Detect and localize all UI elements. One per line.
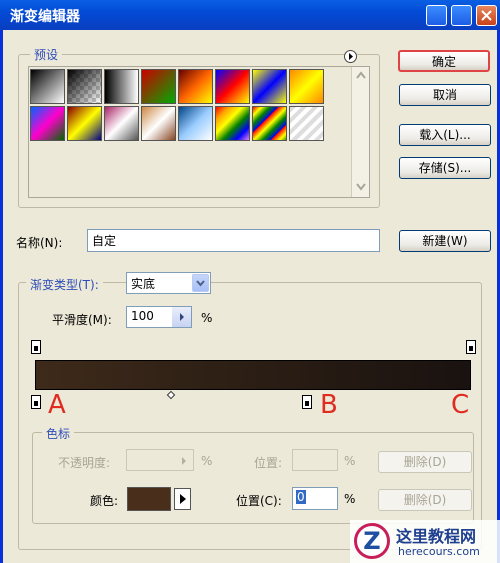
opacity-percent: % <box>201 454 213 468</box>
smoothness-slider-button[interactable] <box>172 307 191 327</box>
color-swatch[interactable] <box>127 487 171 511</box>
stops-legend: 色标 <box>42 425 75 442</box>
gradient-type-value: 实底 <box>131 277 156 291</box>
load-button[interactable]: 载入(L)... <box>399 124 491 146</box>
color-stop-a[interactable] <box>31 395 41 409</box>
color-delete-button[interactable]: 删除(D) <box>378 489 472 511</box>
color-stop-b[interactable] <box>302 395 312 409</box>
preset-swatch[interactable] <box>104 69 139 104</box>
close-icon <box>481 10 492 21</box>
opacity-label: 不透明度: <box>58 456 111 470</box>
watermark: Z 这里教程网 herecours.com <box>350 520 500 563</box>
smoothness-label: 平滑度(M): <box>52 313 112 327</box>
chevron-down-icon <box>196 280 205 287</box>
color-menu-button[interactable] <box>174 488 191 510</box>
close-button[interactable] <box>476 5 497 26</box>
opacity-position-input[interactable] <box>292 449 338 471</box>
preset-swatch[interactable] <box>141 69 176 104</box>
color-position-value: 0 <box>296 490 306 504</box>
maximize-button[interactable] <box>451 5 472 26</box>
preset-swatch[interactable] <box>30 69 65 104</box>
ok-button[interactable]: 确定 <box>398 50 490 72</box>
name-label: 名称(N): <box>16 236 63 250</box>
window-title: 渐变编辑器 <box>10 9 80 25</box>
scroll-up-icon <box>356 71 366 79</box>
title-bar: 渐变编辑器 <box>0 0 500 30</box>
watermark-url: herecours.com <box>398 545 480 558</box>
color-position-label: 位置(C): <box>236 494 282 508</box>
new-button[interactable]: 新建(W) <box>399 230 491 252</box>
presets-scrollbar[interactable] <box>351 67 369 197</box>
preset-swatch[interactable] <box>178 69 213 104</box>
dropdown-button[interactable] <box>192 274 209 292</box>
opacity-delete-button[interactable]: 删除(D) <box>378 451 472 473</box>
preset-swatch[interactable] <box>141 106 176 141</box>
annotation-a: A <box>48 390 66 420</box>
preset-swatch[interactable] <box>215 69 250 104</box>
annotation-c: C <box>451 390 470 420</box>
presets-legend: 预设 <box>30 46 63 63</box>
play-icon <box>349 53 353 60</box>
watermark-site: 这里教程网 <box>396 527 477 546</box>
preset-swatch[interactable] <box>67 106 102 141</box>
play-icon <box>180 313 184 321</box>
minimize-button[interactable] <box>426 5 447 26</box>
preset-swatch[interactable] <box>289 69 324 104</box>
preset-swatch[interactable] <box>104 106 139 141</box>
preset-swatch[interactable] <box>252 106 287 141</box>
color-position-percent: % <box>344 492 356 506</box>
annotation-b: B <box>320 390 338 420</box>
preset-swatch[interactable] <box>289 106 324 141</box>
play-icon <box>180 494 186 504</box>
smoothness-percent: % <box>201 311 213 325</box>
opacity-stop-left[interactable] <box>31 340 41 354</box>
save-button[interactable]: 存储(S)... <box>399 157 491 179</box>
name-input[interactable]: 自定 <box>87 229 380 252</box>
preset-swatch[interactable] <box>67 69 102 104</box>
watermark-logo: Z <box>354 523 390 559</box>
preset-swatch[interactable] <box>178 106 213 141</box>
gradient-type-label: 渐变类型(T): <box>26 276 103 293</box>
gradient-bar[interactable] <box>35 360 471 390</box>
color-position-input[interactable]: 0 <box>292 487 338 510</box>
opacity-position-label: 位置: <box>254 456 283 470</box>
preset-swatch[interactable] <box>252 69 287 104</box>
opacity-position-percent: % <box>344 454 356 468</box>
presets-menu-button[interactable] <box>344 50 357 63</box>
preset-swatch[interactable] <box>30 106 65 141</box>
color-label: 颜色: <box>90 494 119 508</box>
opacity-slider-icon <box>182 457 186 465</box>
preset-swatch[interactable] <box>215 106 250 141</box>
opacity-stop-right[interactable] <box>466 340 476 354</box>
gradient-type-select[interactable]: 实底 <box>126 272 211 294</box>
scroll-down-icon <box>356 183 366 191</box>
cancel-button[interactable]: 取消 <box>399 84 491 106</box>
